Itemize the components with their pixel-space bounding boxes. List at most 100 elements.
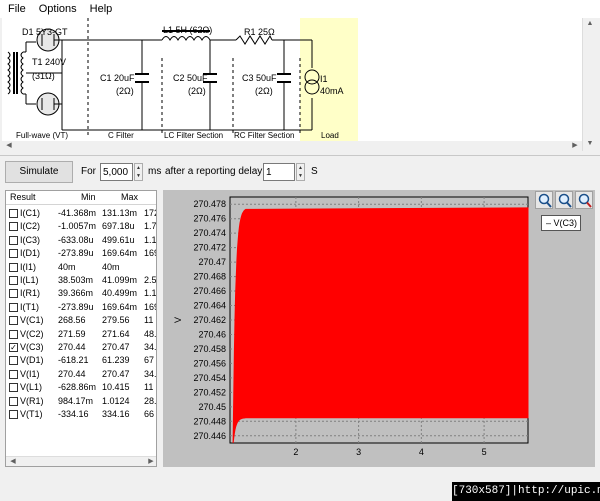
result-extra: 11 xyxy=(144,382,154,393)
spin-up-icon[interactable]: ▲ xyxy=(135,164,142,172)
capacitor-c1 xyxy=(135,73,149,83)
y-tick-label: 270.462 xyxy=(193,315,226,325)
results-header: Result Min Max xyxy=(6,191,156,205)
result-max: 40m xyxy=(102,261,120,272)
scroll-up-icon[interactable]: ▲ xyxy=(583,19,597,29)
result-checkbox[interactable] xyxy=(9,329,18,339)
result-checkbox[interactable] xyxy=(9,249,18,259)
y-tick-label: 270.478 xyxy=(193,199,226,209)
result-checkbox[interactable] xyxy=(9,209,18,218)
scroll-right-icon[interactable]: ▶ xyxy=(144,457,156,466)
result-row[interactable]: I(T1) -273.89u 169.64m 169. xyxy=(6,301,156,314)
duration-input[interactable] xyxy=(100,163,133,181)
zoom-in-button[interactable] xyxy=(535,191,553,209)
result-extra: 48.3 xyxy=(144,328,157,339)
result-max: 1.0124 xyxy=(102,395,130,406)
y-tick-label: 270.466 xyxy=(193,286,226,296)
voltage-chart[interactable]: 270.478 270.476 270.474 270.472 270.47 270.46… xyxy=(163,190,595,467)
result-row[interactable]: V(L1) -628.86m 10.415 11 xyxy=(6,381,156,394)
result-row[interactable]: I(D1) -273.89u 169.64m 169. xyxy=(6,247,156,260)
scroll-left-icon[interactable]: ◀ xyxy=(6,457,20,466)
simulate-button[interactable]: Simulate xyxy=(5,161,73,183)
result-min: -334.16 xyxy=(58,409,89,419)
y-tick-label: 270.46 xyxy=(198,329,226,339)
result-checkbox[interactable]: ✓ xyxy=(9,343,18,352)
delay-input[interactable] xyxy=(263,163,295,181)
result-checkbox[interactable] xyxy=(9,289,18,299)
result-row[interactable]: I(C3) -633.08u 499.61u 1.13 xyxy=(6,234,156,247)
result-checkbox[interactable] xyxy=(9,222,18,232)
result-name: I(L1) xyxy=(20,275,39,285)
scroll-down-icon[interactable]: ▼ xyxy=(583,139,597,149)
result-row[interactable]: V(I1) 270.44 270.47 34.0 xyxy=(6,368,156,381)
result-extra: 66 xyxy=(144,409,155,419)
schematic-horizontal-scrollbar[interactable]: ◀ ▶ xyxy=(2,141,582,152)
watermark-text: [730x587]|http://upic.me/ xyxy=(452,482,600,501)
y-tick-label: 270.464 xyxy=(193,301,226,311)
result-row[interactable]: V(R1) 984.17m 1.0124 28.3 xyxy=(6,395,156,408)
result-row[interactable]: V(T1) -334.16 334.16 66 xyxy=(6,408,156,421)
result-checkbox[interactable] xyxy=(9,262,18,272)
result-row[interactable]: I(C2) -1.0057m 697.18u 1.70 xyxy=(6,220,157,233)
result-checkbox[interactable] xyxy=(9,276,18,285)
y-tick-label: 270.47 xyxy=(198,257,226,267)
x-tick-label: 4 xyxy=(419,447,424,457)
result-name: V(C3) xyxy=(20,342,44,352)
result-row[interactable]: ✓V(C3) 270.44 270.47 34.0 xyxy=(6,341,156,354)
y-tick-label: 270.452 xyxy=(193,387,226,397)
result-checkbox[interactable] xyxy=(9,316,18,326)
result-min: 39.366m xyxy=(58,288,94,299)
magnifier-minus-icon xyxy=(578,193,592,208)
spin-down-icon[interactable]: ▼ xyxy=(297,172,304,180)
result-checkbox[interactable] xyxy=(9,235,18,245)
result-row[interactable]: V(D1) -618.21 61.239 67 xyxy=(6,354,156,367)
result-min: 270.44 xyxy=(58,342,86,352)
schematic-vertical-scrollbar[interactable]: ▲ ▼ xyxy=(582,18,598,151)
results-col-result[interactable]: Result xyxy=(10,192,36,202)
magnifier-icon xyxy=(558,193,572,208)
spin-down-icon[interactable]: ▼ xyxy=(135,172,142,180)
result-checkbox[interactable] xyxy=(9,356,18,366)
result-checkbox[interactable] xyxy=(9,410,18,419)
result-checkbox[interactable] xyxy=(9,369,18,379)
zoom-fit-button[interactable] xyxy=(555,191,573,209)
circuit-schematic: D1 5Y3-GT T1 240V (31Ω) L1 5H (62Ω) R1 2… xyxy=(2,18,582,144)
results-col-max[interactable]: Max xyxy=(121,192,138,202)
menu-bar: File Options Help xyxy=(0,0,600,18)
result-min: 38.503m xyxy=(58,275,94,285)
result-min: -41.368m xyxy=(58,208,97,218)
results-col-min[interactable]: Min xyxy=(81,192,96,202)
result-extra: 169. xyxy=(144,248,156,259)
result-row[interactable]: I(L1) 38.503m 41.099m 2.59 xyxy=(6,274,157,287)
scroll-right-icon[interactable]: ▶ xyxy=(568,141,582,151)
result-checkbox[interactable] xyxy=(9,302,18,312)
result-row[interactable]: V(C2) 271.59 271.64 48.3 xyxy=(6,328,157,341)
result-extra: 1.70 xyxy=(144,221,157,232)
result-row[interactable]: I(I1) 40m 40m xyxy=(6,261,156,274)
transformer-spec-label-1: T1 240V xyxy=(32,57,67,67)
result-max: 169.64m xyxy=(102,248,138,259)
duration-unit-label: ms xyxy=(148,166,162,177)
menu-help[interactable]: Help xyxy=(82,0,118,18)
menu-file[interactable]: File xyxy=(0,0,31,18)
result-checkbox[interactable] xyxy=(9,383,18,393)
menu-options[interactable]: Options xyxy=(31,0,82,18)
result-extra: 169. xyxy=(144,301,156,312)
result-row[interactable]: I(C1) -41.368m 131.13m 172. xyxy=(6,207,156,220)
legend-series-label: V(C3) xyxy=(553,218,578,228)
spin-up-icon[interactable]: ▲ xyxy=(297,164,304,172)
delay-label: after a reporting delay of xyxy=(165,166,274,177)
result-name: I(C3) xyxy=(20,234,40,245)
delay-spinner[interactable]: ▲ ▼ xyxy=(296,163,305,181)
zoom-out-button[interactable] xyxy=(575,191,593,209)
result-min: -633.08u xyxy=(58,234,94,245)
duration-spinner[interactable]: ▲ ▼ xyxy=(134,163,143,181)
result-row[interactable]: I(R1) 39.366m 40.499m 1.13 xyxy=(6,287,156,300)
result-extra: 2.59 xyxy=(144,275,157,285)
c1-label: C1 20uF xyxy=(100,73,135,83)
result-row[interactable]: V(C1) 268.56 279.56 11 xyxy=(6,314,156,327)
scroll-left-icon[interactable]: ◀ xyxy=(2,141,16,151)
result-max: 131.13m xyxy=(102,208,138,218)
results-horizontal-scrollbar[interactable]: ◀ ▶ xyxy=(6,456,156,466)
result-checkbox[interactable] xyxy=(9,396,18,406)
